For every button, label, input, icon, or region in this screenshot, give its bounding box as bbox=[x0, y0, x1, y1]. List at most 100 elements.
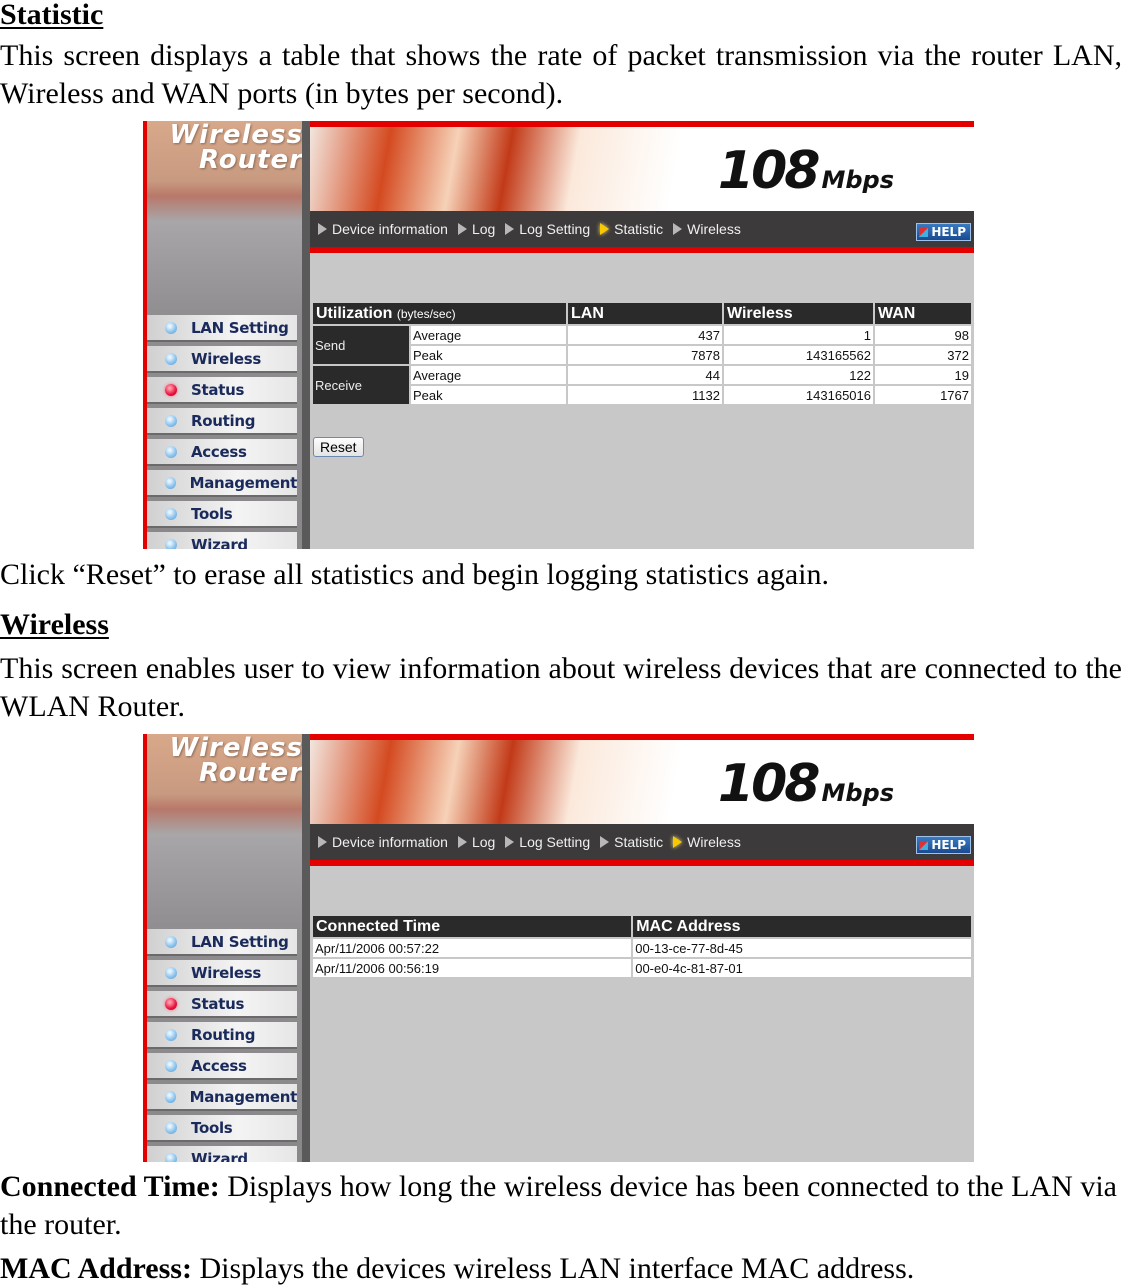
help-button[interactable]: HELP bbox=[916, 223, 971, 241]
help-button[interactable]: HELP bbox=[916, 836, 971, 854]
table-row: Apr/11/2006 00:56:19 00-e0-4c-81-87-01 bbox=[313, 959, 971, 977]
value-cell: 372 bbox=[875, 346, 971, 364]
table-row: Peak 7878 143165562 372 bbox=[313, 346, 971, 364]
nav-log-setting[interactable]: Log Setting bbox=[505, 221, 590, 237]
table-row: Send Average 437 1 98 bbox=[313, 326, 971, 364]
sidebar-item-wireless[interactable]: Wireless bbox=[147, 346, 297, 373]
nav-statistic[interactable]: Statistic bbox=[600, 834, 663, 850]
mac-address-desc: Displays the devices wireless LAN interf… bbox=[191, 1252, 915, 1285]
group-label: Receive bbox=[313, 366, 409, 404]
statistic-heading: Statistic bbox=[0, 0, 104, 31]
bullet-icon bbox=[165, 321, 177, 334]
nav-device-information[interactable]: Device information bbox=[318, 834, 448, 850]
arrow-right-icon bbox=[318, 223, 327, 235]
arrow-right-icon bbox=[600, 836, 610, 848]
value-cell: 122 bbox=[724, 366, 873, 384]
sidebar-item-management[interactable]: Management bbox=[147, 1084, 297, 1111]
bullet-icon bbox=[165, 383, 177, 396]
sidebar-item-wizard[interactable]: Wizard bbox=[147, 1146, 297, 1162]
sidebar-item-lan-setting[interactable]: LAN Setting bbox=[147, 315, 297, 342]
bullet-icon bbox=[165, 1028, 177, 1041]
nav-wireless[interactable]: Wireless bbox=[673, 834, 741, 850]
value-cell: 143165016 bbox=[724, 386, 873, 404]
mac-address-definition: MAC Address: Displays the devices wirele… bbox=[0, 1250, 1122, 1288]
table-row: Apr/11/2006 00:57:22 00-13-ce-77-8d-45 bbox=[313, 939, 971, 957]
bullet-icon bbox=[165, 935, 177, 948]
value-cell: 1132 bbox=[568, 386, 722, 404]
help-icon bbox=[919, 227, 929, 237]
col-header-wireless: Wireless bbox=[724, 303, 873, 324]
mac-address-cell: 00-13-ce-77-8d-45 bbox=[633, 939, 971, 957]
utilization-header: Utilization (bytes/sec) bbox=[313, 303, 566, 324]
banner: 108 Mbps bbox=[310, 121, 974, 211]
sidebar-divider bbox=[302, 121, 310, 549]
value-cell: 1767 bbox=[875, 386, 971, 404]
arrow-right-icon bbox=[318, 836, 327, 848]
col-header-connected-time: Connected Time bbox=[313, 916, 632, 937]
sidebar-item-tools[interactable]: Tools bbox=[147, 501, 297, 528]
sidebar-item-tools[interactable]: Tools bbox=[147, 1115, 297, 1142]
mac-address-cell: 00-e0-4c-81-87-01 bbox=[633, 959, 971, 977]
arrow-right-icon bbox=[505, 836, 515, 848]
sidebar-item-status[interactable]: Status bbox=[147, 991, 297, 1018]
bullet-icon bbox=[165, 1152, 177, 1162]
metric-label: Average bbox=[411, 366, 566, 384]
metric-label: Peak bbox=[411, 346, 566, 364]
reset-button[interactable]: Reset bbox=[313, 437, 364, 457]
sidebar-item-access[interactable]: Access bbox=[147, 1053, 297, 1080]
value-cell: 143165562 bbox=[724, 346, 873, 364]
arrow-right-icon bbox=[600, 223, 610, 235]
arrow-right-icon bbox=[673, 836, 683, 848]
bullet-icon bbox=[165, 476, 176, 489]
wireless-clients-table: Connected Time MAC Address Apr/11/2006 00:… bbox=[311, 914, 973, 979]
speed-logo: 108 Mbps bbox=[717, 754, 894, 814]
nav-device-information[interactable]: Device information bbox=[318, 221, 448, 237]
value-cell: 98 bbox=[875, 326, 971, 344]
table-row: Peak 1132 143165016 1767 bbox=[313, 386, 971, 404]
value-cell: 19 bbox=[875, 366, 971, 384]
bullet-icon bbox=[165, 507, 177, 520]
value-cell: 44 bbox=[568, 366, 722, 384]
arrow-right-icon bbox=[505, 223, 515, 235]
bullet-icon bbox=[165, 445, 177, 458]
bullet-icon bbox=[165, 414, 177, 427]
sidebar-menu: LAN Setting Wireless Status Routing Access Ma… bbox=[147, 315, 297, 549]
banner: 108 Mbps bbox=[310, 734, 974, 824]
connected-time-cell: Apr/11/2006 00:57:22 bbox=[313, 939, 632, 957]
mac-address-term: MAC Address: bbox=[0, 1252, 192, 1285]
connected-time-cell: Apr/11/2006 00:56:19 bbox=[313, 959, 632, 977]
sidebar-item-access[interactable]: Access bbox=[147, 439, 297, 466]
arrow-right-icon bbox=[673, 223, 683, 235]
bullet-icon bbox=[165, 352, 177, 365]
sidebar-item-wireless[interactable]: Wireless bbox=[147, 960, 297, 987]
statistic-intro: This screen displays a table that shows … bbox=[0, 39, 1122, 110]
sidebar-item-management[interactable]: Management bbox=[147, 470, 297, 497]
connected-time-term: Connected Time: bbox=[0, 1170, 220, 1203]
value-cell: 437 bbox=[568, 326, 722, 344]
bullet-icon bbox=[165, 1121, 177, 1134]
sidebar-item-routing[interactable]: Routing bbox=[147, 1022, 297, 1049]
help-icon bbox=[919, 840, 929, 850]
statistic-screenshot: Wireless Router 108 Mbps Device information L… bbox=[143, 121, 974, 549]
sidebar-divider bbox=[302, 734, 310, 1162]
nav-log[interactable]: Log bbox=[457, 834, 495, 850]
wireless-intro: This screen enables user to view informa… bbox=[0, 652, 1122, 723]
value-cell: 1 bbox=[724, 326, 873, 344]
sidebar-item-status[interactable]: Status bbox=[147, 377, 297, 404]
wireless-heading: Wireless bbox=[0, 608, 109, 641]
nav-log[interactable]: Log bbox=[457, 221, 495, 237]
sidebar-item-lan-setting[interactable]: LAN Setting bbox=[147, 929, 297, 956]
connected-time-definition: Connected Time: Displays how long the wi… bbox=[0, 1168, 1122, 1244]
bullet-icon bbox=[165, 1090, 176, 1103]
speed-logo: 108 Mbps bbox=[717, 141, 894, 201]
sidebar-menu: LAN Setting Wireless Status Routing Access Ma… bbox=[147, 929, 297, 1162]
sidebar-item-routing[interactable]: Routing bbox=[147, 408, 297, 435]
nav-statistic[interactable]: Statistic bbox=[600, 221, 663, 237]
wireless-screenshot: Wireless Router 108 Mbps Device information L… bbox=[143, 734, 974, 1162]
bullet-icon bbox=[165, 538, 177, 549]
bullet-icon bbox=[165, 997, 177, 1010]
statistic-reset-note: Click “Reset” to erase all statistics an… bbox=[0, 558, 829, 591]
nav-log-setting[interactable]: Log Setting bbox=[505, 834, 590, 850]
nav-wireless[interactable]: Wireless bbox=[673, 221, 741, 237]
sidebar-item-wizard[interactable]: Wizard bbox=[147, 532, 297, 549]
